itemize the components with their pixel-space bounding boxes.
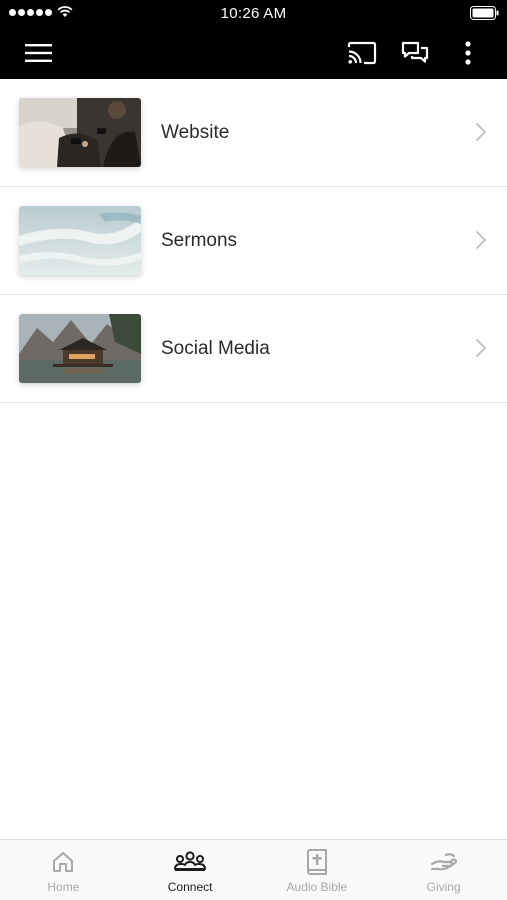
status-time: 10:26 AM <box>220 5 287 22</box>
social-media-thumbnail <box>19 314 141 383</box>
menu-button[interactable] <box>17 26 61 79</box>
website-thumbnail <box>19 98 141 167</box>
tab-label: Giving <box>426 880 461 894</box>
menu-icon <box>25 43 52 62</box>
chat-icon <box>401 41 429 63</box>
list-item-sermons[interactable]: Sermons <box>0 187 507 295</box>
connect-list: Website Sermons Social Media <box>0 79 507 403</box>
list-item-label: Website <box>161 122 230 143</box>
chat-button[interactable] <box>393 26 437 79</box>
cast-icon <box>347 41 377 64</box>
app-header <box>0 26 507 79</box>
bottom-tab-bar: Home Connect Audio Bible Giving <box>0 839 507 900</box>
chevron-right-icon <box>475 338 487 358</box>
more-vertical-icon <box>465 40 471 65</box>
tab-label: Home <box>47 880 80 894</box>
tab-home[interactable]: Home <box>0 840 127 900</box>
list-item-label: Social Media <box>161 338 270 359</box>
list-item-website[interactable]: Website <box>0 79 507 187</box>
giving-hand-icon <box>430 853 457 871</box>
list-item-label: Sermons <box>161 230 238 251</box>
chevron-right-icon <box>475 122 487 142</box>
tab-label: Audio Bible <box>286 880 348 894</box>
tab-label: Connect <box>167 880 213 894</box>
list-item-social-media[interactable]: Social Media <box>0 295 507 403</box>
sermons-thumbnail <box>19 206 141 275</box>
tab-audio-bible[interactable]: Audio Bible <box>254 840 381 900</box>
cast-button[interactable] <box>340 26 384 79</box>
tab-connect[interactable]: Connect <box>127 840 254 900</box>
tab-giving[interactable]: Giving <box>380 840 507 900</box>
chevron-right-icon <box>475 230 487 250</box>
group-icon <box>174 851 207 871</box>
bible-icon <box>306 849 327 875</box>
battery-icon <box>470 6 499 20</box>
home-icon <box>53 852 74 872</box>
more-options-button[interactable] <box>452 26 484 79</box>
status-bar: 10:26 AM <box>0 0 507 26</box>
